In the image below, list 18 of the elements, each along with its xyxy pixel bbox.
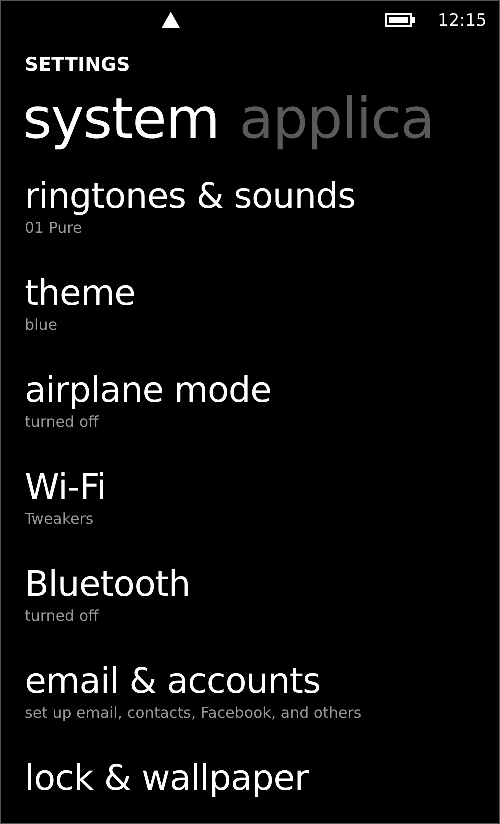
setting-title[interactable]: airplane mode <box>25 369 272 413</box>
setting-value: turned off <box>25 607 99 625</box>
pivot-tab[interactable]: system <box>23 85 220 155</box>
setting-title[interactable]: lock & wallpaper <box>25 757 309 801</box>
setting-title[interactable]: Wi-Fi <box>25 466 106 510</box>
setting-title[interactable]: theme <box>25 272 136 316</box>
setting-value: 01 Pure <box>25 219 82 237</box>
battery-icon <box>385 13 415 27</box>
setting-value: Tweakers <box>25 510 94 528</box>
page-title: SETTINGS <box>25 56 130 75</box>
setting-value: turned off <box>25 413 99 431</box>
setting-title[interactable]: Bluetooth <box>25 563 190 607</box>
setting-title[interactable]: ringtones & sounds <box>25 175 356 219</box>
clock-time: 12:15 <box>438 10 487 33</box>
setting-value: set up email, contacts, Facebook, and others <box>25 704 362 722</box>
setting-title[interactable]: email & accounts <box>25 660 321 704</box>
up-arrow-icon <box>162 12 180 28</box>
setting-value: blue <box>25 316 58 334</box>
